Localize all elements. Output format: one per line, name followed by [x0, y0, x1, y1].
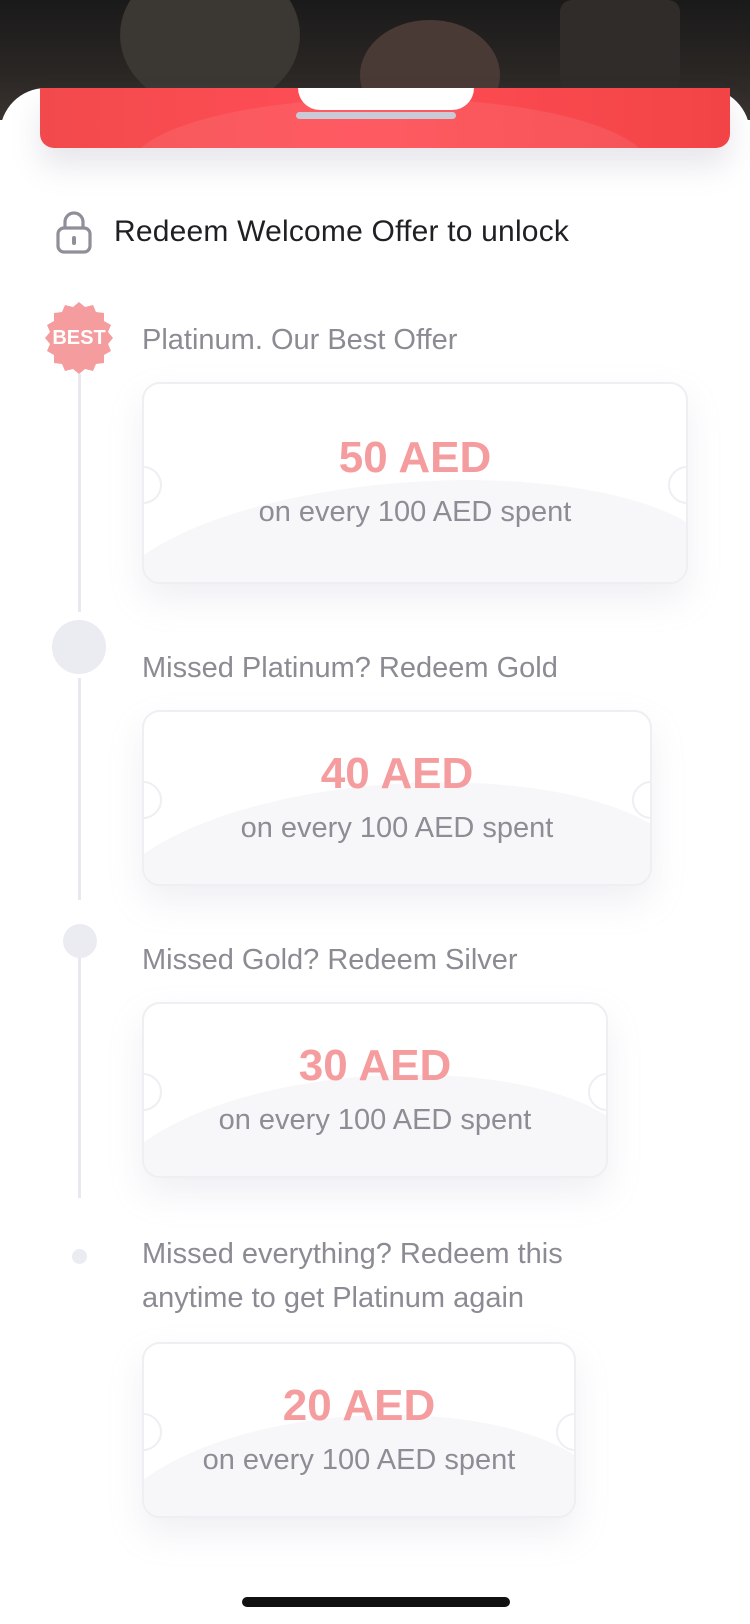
timeline-dot-gold	[52, 620, 106, 674]
offer-card-gold[interactable]: 40 AED on every 100 AED spent	[142, 710, 652, 886]
offer-subtitle: on every 100 AED spent	[218, 1104, 532, 1136]
tier-title-gold: Missed Platinum? Redeem Gold	[142, 652, 558, 684]
locked-notice: Redeem Welcome Offer to unlock	[54, 210, 569, 254]
timeline-dot-silver	[63, 924, 97, 958]
tier-title-platinum: Platinum. Our Best Offer	[142, 324, 458, 356]
timeline-dot-base	[72, 1249, 87, 1264]
offer-amount: 40 AED	[320, 749, 474, 798]
timeline-line	[78, 678, 81, 900]
offer-card-silver[interactable]: 30 AED on every 100 AED spent	[142, 1002, 608, 1178]
sheet-grabber[interactable]	[296, 112, 456, 119]
offer-amount: 50 AED	[338, 433, 492, 482]
lock-icon	[56, 211, 92, 254]
timeline-line	[78, 374, 81, 612]
screen: Redeem Welcome Offer to unlock BEST Plat…	[0, 0, 750, 1624]
offer-amount: 30 AED	[298, 1041, 452, 1090]
timeline-line	[78, 948, 81, 1198]
tier-title-anytime-line2: anytime to get Platinum again	[142, 1282, 525, 1314]
offer-card-anytime[interactable]: 20 AED on every 100 AED spent	[142, 1342, 576, 1518]
lock-message: Redeem Welcome Offer to unlock	[114, 215, 570, 248]
sheet-notch	[298, 88, 474, 110]
tier-title-silver: Missed Gold? Redeem Silver	[142, 944, 518, 976]
home-indicator[interactable]	[242, 1597, 510, 1607]
tier-title-anytime-line1: Missed everything? Redeem this	[142, 1238, 563, 1270]
best-badge-icon: BEST	[45, 302, 113, 374]
offer-card-platinum[interactable]: 50 AED on every 100 AED spent	[142, 382, 688, 584]
offer-subtitle: on every 100 AED spent	[258, 496, 572, 528]
offer-subtitle: on every 100 AED spent	[240, 812, 554, 844]
offer-subtitle: on every 100 AED spent	[202, 1444, 516, 1476]
best-badge-label: BEST	[52, 327, 105, 349]
offer-amount: 20 AED	[282, 1381, 436, 1430]
